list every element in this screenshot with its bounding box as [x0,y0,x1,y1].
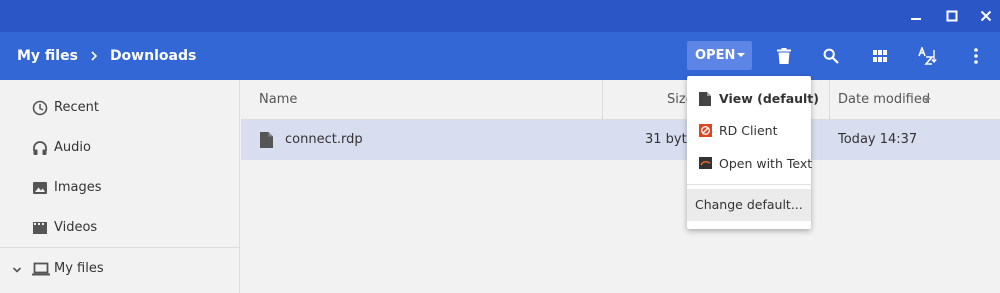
sidebar-item-label: Recent [54,100,99,115]
table-row[interactable]: connect.rdp 31 bytes Today 14:37 [241,120,1000,160]
menu-item-label: Open with Text [719,156,813,171]
menu-item-label: RD Client [719,123,778,138]
menu-item-change-default[interactable]: Change default... [687,189,811,221]
menu-divider [687,184,811,185]
headphones-icon [32,140,48,156]
caret-down-icon [737,53,745,57]
menu-item-view-default[interactable]: View (default) [687,83,819,115]
sidebar-item-recent[interactable]: Recent [0,88,240,128]
breadcrumb-my-files[interactable]: My files [17,48,78,64]
menu-item-label: View (default) [719,91,819,106]
maximize-icon[interactable] [942,6,962,26]
menu-item-open-with-text[interactable]: Open with Text [687,148,813,180]
column-divider[interactable] [602,80,603,120]
breadcrumb: My files Downloads [17,32,196,80]
open-button-label: OPEN [695,48,736,63]
sidebar-item-label: Videos [54,220,98,235]
rd-client-icon [699,124,712,138]
menu-item-rd-client[interactable]: RD Client [687,115,811,147]
column-header-name[interactable]: Name [259,80,297,120]
sidebar-divider [0,247,240,248]
sidebar-item-label: Audio [54,140,91,155]
grid-view-icon[interactable] [868,44,892,68]
open-button[interactable]: OPEN [687,41,752,70]
sidebar-item-videos[interactable]: Videos [0,208,240,248]
delete-icon[interactable] [772,44,796,68]
sidebar-item-audio[interactable]: Audio [0,128,240,168]
chevron-down-icon[interactable] [12,264,22,274]
file-icon [260,132,273,148]
search-icon[interactable] [819,44,843,68]
file-name: connect.rdp [285,132,363,147]
sidebar-item-label: My files [54,261,104,276]
chevron-right-icon [90,51,98,61]
file-list-header: Name Size Date modified [241,80,1000,120]
image-icon [32,180,48,196]
sidebar: Recent Audio Images Videos My files [0,80,240,293]
sidebar-item-label: Images [54,180,102,195]
file-list: Name Size Date modified connect.rdp 31 b… [241,80,1000,293]
minimize-icon[interactable] [906,6,926,26]
breadcrumb-downloads[interactable]: Downloads [110,48,196,64]
text-editor-icon [699,157,712,171]
sort-descending-icon [923,98,931,102]
clock-icon [32,100,48,116]
sidebar-item-images[interactable]: Images [0,168,240,208]
column-divider[interactable] [829,80,830,120]
window-titlebar [0,0,1000,32]
column-header-date-modified[interactable]: Date modified [838,80,930,120]
toolbar: My files Downloads OPEN [0,32,1000,80]
file-date-modified: Today 14:37 [838,132,918,147]
laptop-icon [32,261,50,277]
more-vert-icon[interactable] [964,44,988,68]
menu-item-label: Change default... [695,197,803,212]
sort-az-icon[interactable] [916,44,940,68]
sidebar-item-my-files[interactable]: My files [0,249,240,289]
film-icon [32,220,48,236]
close-icon[interactable] [976,6,996,26]
open-with-menu: View (default) RD Client Open with Text … [687,76,819,229]
document-icon [699,92,711,106]
